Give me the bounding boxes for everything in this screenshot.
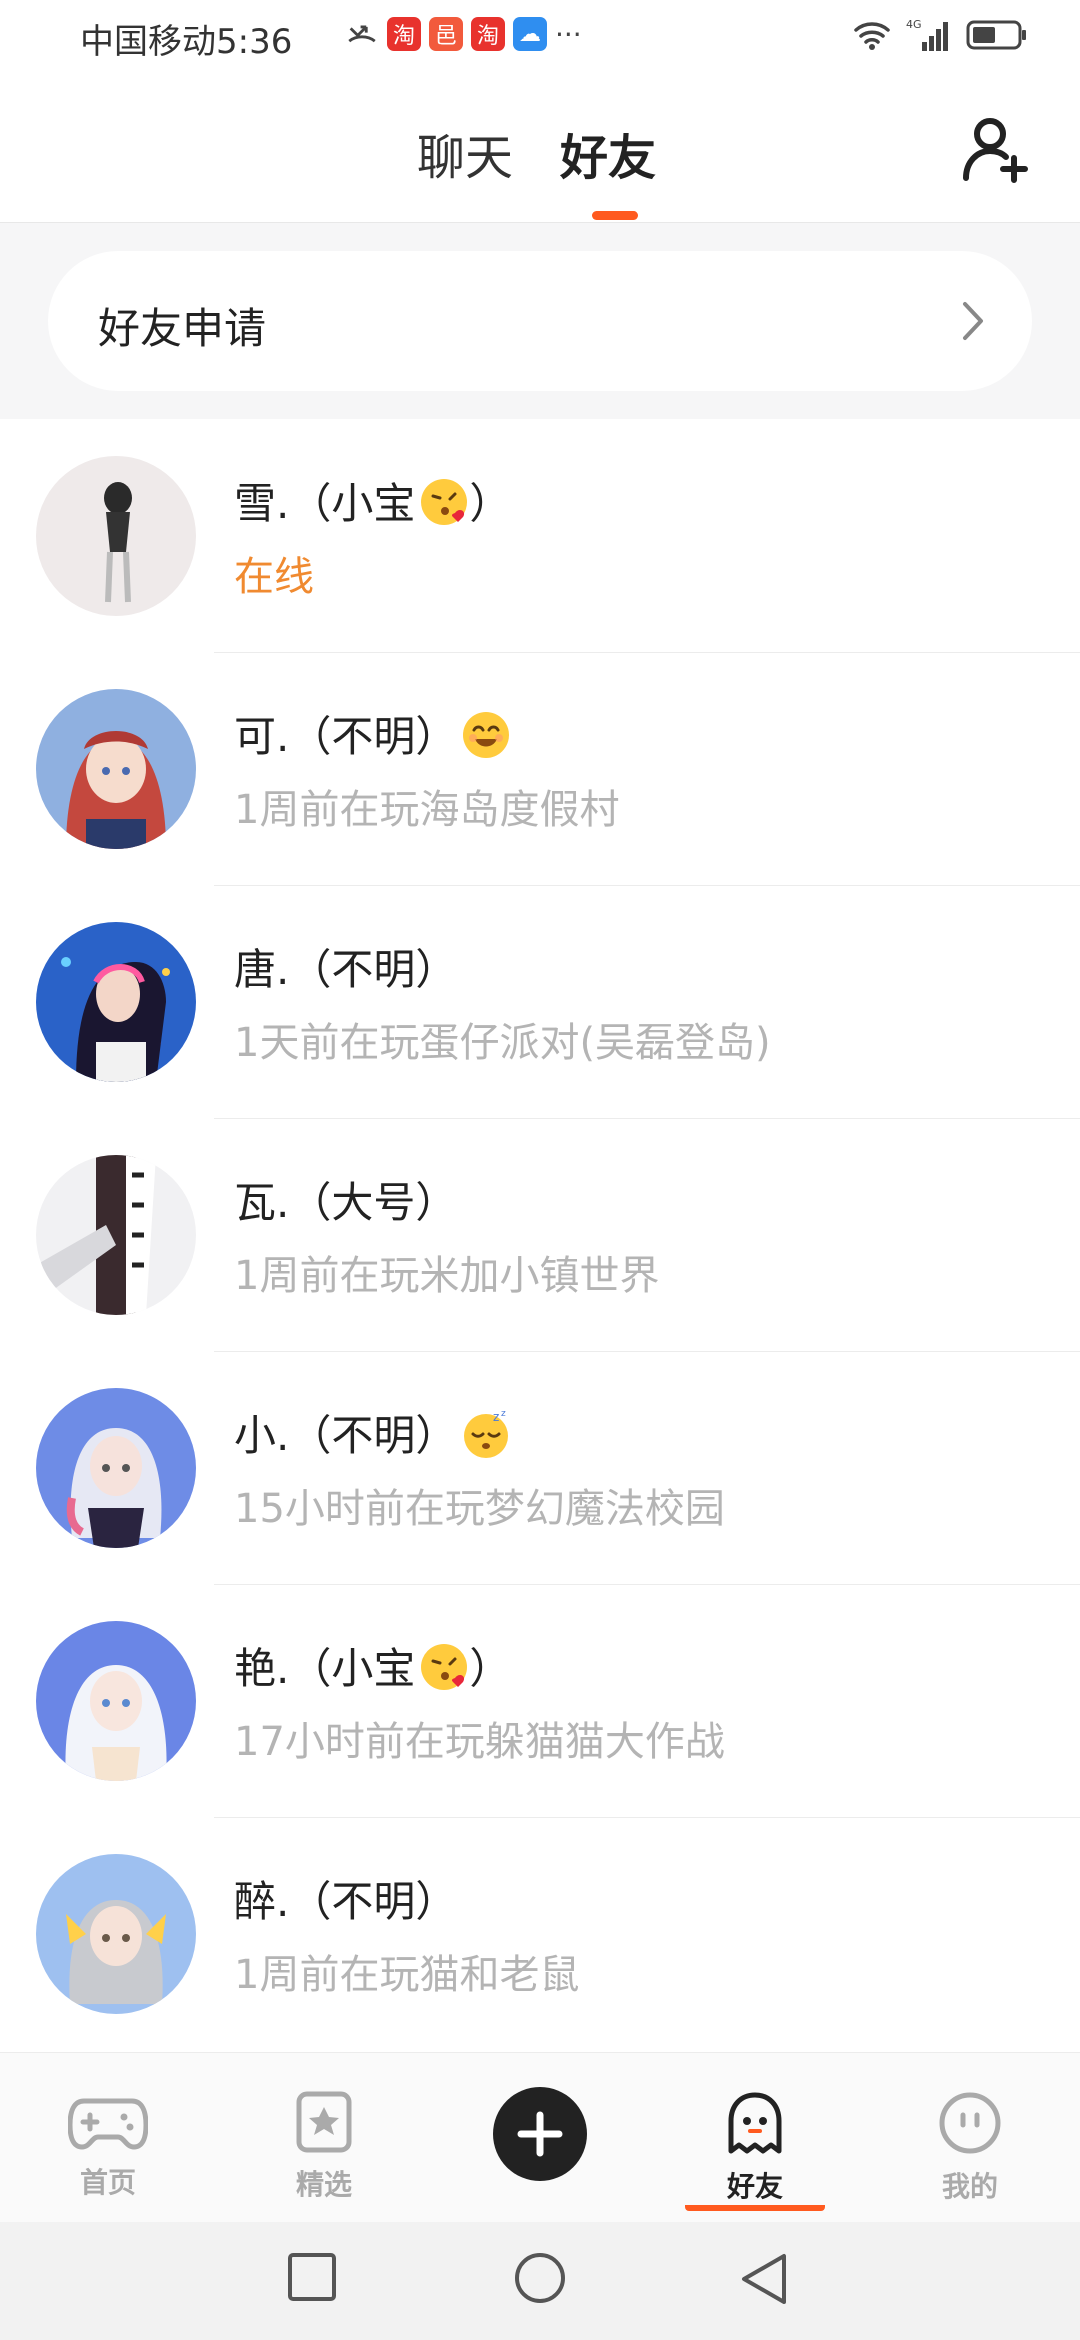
face-icon bbox=[939, 2092, 1001, 2154]
signal-icon: 4G bbox=[906, 18, 948, 51]
friend-name-text: 唐.（不明） bbox=[234, 945, 458, 994]
avatar[interactable] bbox=[36, 1388, 196, 1548]
svg-text:z: z bbox=[493, 1410, 499, 1424]
friend-name-text: 小.（不明） bbox=[234, 1411, 458, 1460]
back-icon[interactable] bbox=[740, 2252, 790, 2306]
taobao-notification-icon: 淘 bbox=[387, 17, 421, 51]
tab-friends[interactable]: 好友 bbox=[560, 118, 656, 188]
wifi-icon bbox=[854, 22, 890, 50]
bookmark-star-icon bbox=[296, 2091, 352, 2153]
system-nav-bar bbox=[0, 2222, 1080, 2340]
notification-icons: 淘 邑 淘 ☁ ··· bbox=[345, 17, 582, 51]
friend-status: 1天前在玩蛋仔派对(吴磊登岛) bbox=[234, 1020, 771, 1066]
friend-row[interactable]: 艳.（小宝 ） 17小时前在玩躲猫猫大作战 bbox=[0, 1585, 1080, 1818]
nav-me-label: 我的 bbox=[941, 2170, 998, 2203]
taobao-notification-icon: 淘 bbox=[471, 17, 505, 51]
avatar[interactable] bbox=[36, 1155, 196, 1315]
friend-request-label: 好友申请 bbox=[98, 304, 267, 353]
home-icon[interactable] bbox=[514, 2252, 566, 2304]
friend-name: 瓦.（大号） bbox=[234, 1169, 457, 1230]
battery-icon bbox=[966, 20, 1026, 50]
friend-status: 17小时前在玩躲猫猫大作战 bbox=[234, 1719, 725, 1765]
avatar[interactable] bbox=[36, 689, 196, 849]
create-button[interactable] bbox=[493, 2087, 587, 2181]
ghost-icon bbox=[728, 2092, 782, 2154]
status-bar: 中国移动5:36 淘 邑 淘 ☁ ··· 4G bbox=[0, 0, 1080, 72]
friend-status: 1周前在玩猫和老鼠 bbox=[234, 1952, 580, 1998]
top-header: 聊天 好友 bbox=[0, 72, 1080, 223]
friend-name-text: 醉.（不明） bbox=[234, 1877, 458, 1926]
avatar[interactable] bbox=[36, 456, 196, 616]
avatar[interactable] bbox=[36, 1854, 196, 2014]
friend-name-text: 可.（不明） bbox=[234, 712, 458, 761]
tab-chat[interactable]: 聊天 bbox=[417, 118, 513, 188]
nav-picks[interactable]: 精选 bbox=[254, 2091, 394, 2203]
friend-row[interactable]: 可.（不明） 1周前在玩海岛度假村 bbox=[0, 653, 1080, 886]
kiss-emoji-icon bbox=[421, 1644, 468, 1690]
friend-row[interactable]: 瓦.（大号） 1周前在玩米加小镇世界 bbox=[0, 1119, 1080, 1352]
friend-name-text: 雪.（小宝 bbox=[234, 479, 416, 528]
recent-apps-icon[interactable] bbox=[287, 2252, 337, 2302]
svg-text:z: z bbox=[501, 1409, 506, 1419]
kiss-emoji-icon bbox=[421, 479, 468, 525]
friend-status: 在线 bbox=[234, 554, 314, 600]
nav-friends[interactable]: 好友 bbox=[685, 2091, 825, 2211]
friend-status: 15小时前在玩梦幻魔法校园 bbox=[234, 1486, 725, 1532]
friend-row[interactable]: 雪.（小宝 ） 在线 bbox=[0, 420, 1080, 653]
system-indicators: 4G bbox=[852, 18, 1028, 52]
active-tab-indicator bbox=[592, 211, 638, 220]
bottom-nav: 首页 精选 好友 我的 bbox=[0, 2052, 1080, 2223]
add-friend-icon[interactable] bbox=[960, 114, 1030, 184]
gamepad-icon bbox=[67, 2098, 149, 2150]
friend-row[interactable]: 小.（不明） z z 15小时前在玩梦幻魔法校园 bbox=[0, 1352, 1080, 1585]
nav-friends-label: 好友 bbox=[685, 2165, 825, 2211]
chevron-right-icon bbox=[963, 302, 983, 340]
friend-name-suffix: ） bbox=[469, 479, 512, 528]
friend-name: 唐.（不明） bbox=[234, 936, 457, 997]
nav-me[interactable]: 我的 bbox=[900, 2091, 1040, 2205]
nav-home[interactable]: 首页 bbox=[38, 2091, 178, 2201]
friend-row[interactable]: 唐.（不明） 1天前在玩蛋仔派对(吴磊登岛) bbox=[0, 886, 1080, 1119]
network-type-label: 4G bbox=[906, 18, 922, 31]
friend-request-row[interactable]: 好友申请 bbox=[48, 251, 1032, 391]
nav-home-label: 首页 bbox=[79, 2166, 136, 2199]
weather-notification-icon: ☁ bbox=[513, 17, 547, 51]
friend-name: 醉.（不明） bbox=[234, 1868, 457, 1929]
friend-status: 1周前在玩海岛度假村 bbox=[234, 787, 620, 833]
friend-name: 艳.（小宝 ） bbox=[234, 1635, 511, 1696]
friend-name: 可.（不明） bbox=[234, 703, 511, 764]
friend-name-suffix: ） bbox=[469, 1644, 512, 1693]
friend-name: 小.（不明） z z bbox=[234, 1402, 511, 1463]
friend-name: 雪.（小宝 ） bbox=[234, 470, 511, 531]
avatar[interactable] bbox=[36, 1621, 196, 1781]
friend-request-section: 好友申请 bbox=[0, 223, 1080, 419]
nav-picks-label: 精选 bbox=[295, 2168, 352, 2201]
friend-status: 1周前在玩米加小镇世界 bbox=[234, 1253, 660, 1299]
friend-name-text: 瓦.（大号） bbox=[234, 1178, 458, 1227]
more-notifications-icon: ··· bbox=[555, 17, 582, 51]
avatar[interactable] bbox=[36, 922, 196, 1082]
friend-name-text: 艳.（小宝 bbox=[234, 1644, 416, 1693]
plus-icon bbox=[517, 2111, 563, 2157]
friend-list: 雪.（小宝 ） 在线 可.（不明） 1周前在玩海岛度假村 唐.（不明） 1天前在玩… bbox=[0, 420, 1080, 2051]
friend-row[interactable]: 醉.（不明） 1周前在玩猫和老鼠 bbox=[0, 1818, 1080, 2051]
sleepy-emoji-icon: zz bbox=[464, 1409, 509, 1458]
app-notification-icon: 邑 bbox=[429, 17, 463, 51]
missed-call-icon bbox=[348, 25, 376, 43]
smile-emoji-icon bbox=[463, 712, 510, 758]
carrier-time: 中国移动5:36 bbox=[80, 22, 293, 62]
